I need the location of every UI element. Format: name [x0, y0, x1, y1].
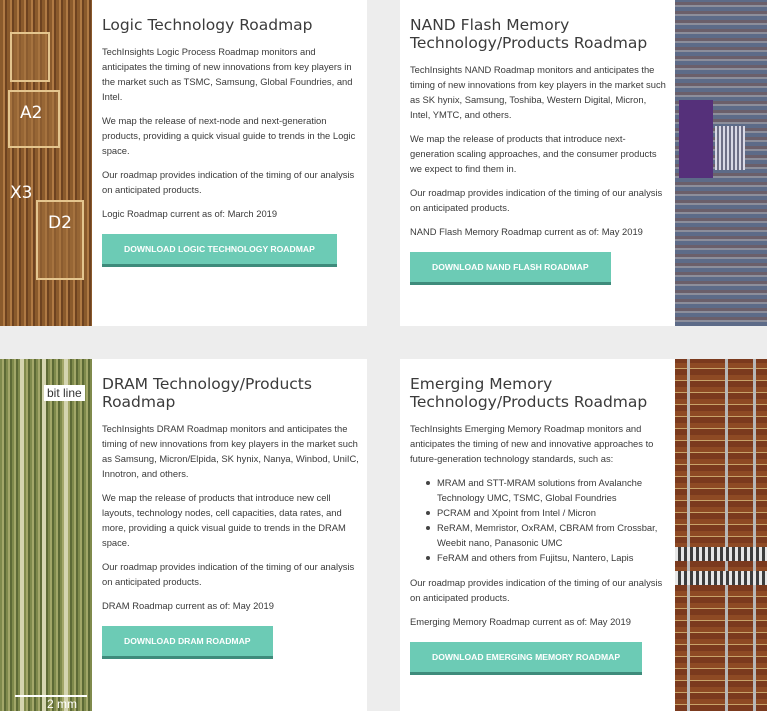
- download-nand-roadmap-button[interactable]: DOWNLOAD NAND FLASH ROADMAP: [410, 252, 611, 285]
- card-paragraph: TechInsights Emerging Memory Roadmap mon…: [410, 423, 654, 464]
- scale-label: 2 mm: [47, 697, 77, 711]
- emerging-memory-die-image: [675, 359, 767, 711]
- card-paragraph: We map the release of products that intr…: [410, 133, 657, 174]
- list-item: MRAM and STT-MRAM solutions from Avalanc…: [426, 475, 668, 505]
- card-paragraph: TechInsights Logic Process Roadmap monit…: [102, 46, 353, 102]
- nand-die-image: [675, 0, 767, 326]
- die-label-a2: A2: [20, 103, 43, 123]
- roadmap-card-nand: NAND Flash Memory Technology/Products Ro…: [400, 0, 767, 326]
- roadmap-date: Emerging Memory Roadmap current as of: M…: [410, 616, 631, 627]
- technology-list: MRAM and STT-MRAM solutions from Avalanc…: [426, 475, 668, 565]
- card-paragraph: Our roadmap provides indication of the t…: [102, 561, 355, 587]
- roadmap-card-emerging-memory: Emerging Memory Technology/Products Road…: [400, 359, 767, 711]
- roadmap-card-dram: bit line 2 mm DRAM Technology/Products R…: [0, 359, 367, 711]
- card-paragraph: Our roadmap provides indication of the t…: [410, 187, 663, 213]
- roadmap-date: Logic Roadmap current as of: March 2019: [102, 208, 278, 219]
- roadmap-date: DRAM Roadmap current as of: May 2019: [102, 600, 274, 611]
- bit-line-label: bit line: [44, 385, 85, 401]
- logic-die-image: A2 X3 D2: [0, 0, 92, 326]
- card-paragraph: We map the release of next-node and next…: [102, 115, 356, 156]
- card-paragraph: We map the release of products that intr…: [102, 492, 346, 548]
- card-paragraph: TechInsights NAND Roadmap monitors and a…: [410, 64, 666, 120]
- roadmap-date: NAND Flash Memory Roadmap current as of:…: [410, 226, 643, 237]
- list-item: PCRAM and Xpoint from Intel / Micron: [426, 505, 668, 520]
- download-emerging-memory-roadmap-button[interactable]: DOWNLOAD EMERGING MEMORY ROADMAP: [410, 642, 643, 675]
- die-label-d2: D2: [48, 213, 72, 233]
- list-item: ReRAM, Memristor, OxRAM, CBRAM from Cros…: [426, 520, 668, 550]
- card-title: Emerging Memory Technology/Products Road…: [410, 375, 648, 411]
- card-title: DRAM Technology/Products Roadmap: [102, 375, 312, 411]
- card-title: NAND Flash Memory Technology/Products Ro…: [410, 16, 648, 52]
- card-paragraph: Our roadmap provides indication of the t…: [410, 577, 663, 603]
- card-paragraph: Our roadmap provides indication of the t…: [102, 169, 355, 195]
- card-title: Logic Technology Roadmap: [102, 16, 313, 34]
- dram-die-image: bit line 2 mm: [0, 359, 92, 711]
- die-label-x3: X3: [10, 183, 33, 203]
- list-item: FeRAM and others from Fujitsu, Nantero, …: [426, 550, 668, 565]
- roadmap-card-logic: A2 X3 D2 Logic Technology Roadmap TechIn…: [0, 0, 367, 326]
- download-logic-roadmap-button[interactable]: DOWNLOAD LOGIC TECHNOLOGY ROADMAP: [102, 234, 337, 267]
- card-paragraph: TechInsights DRAM Roadmap monitors and a…: [102, 423, 359, 479]
- download-dram-roadmap-button[interactable]: DOWNLOAD DRAM ROADMAP: [102, 626, 273, 659]
